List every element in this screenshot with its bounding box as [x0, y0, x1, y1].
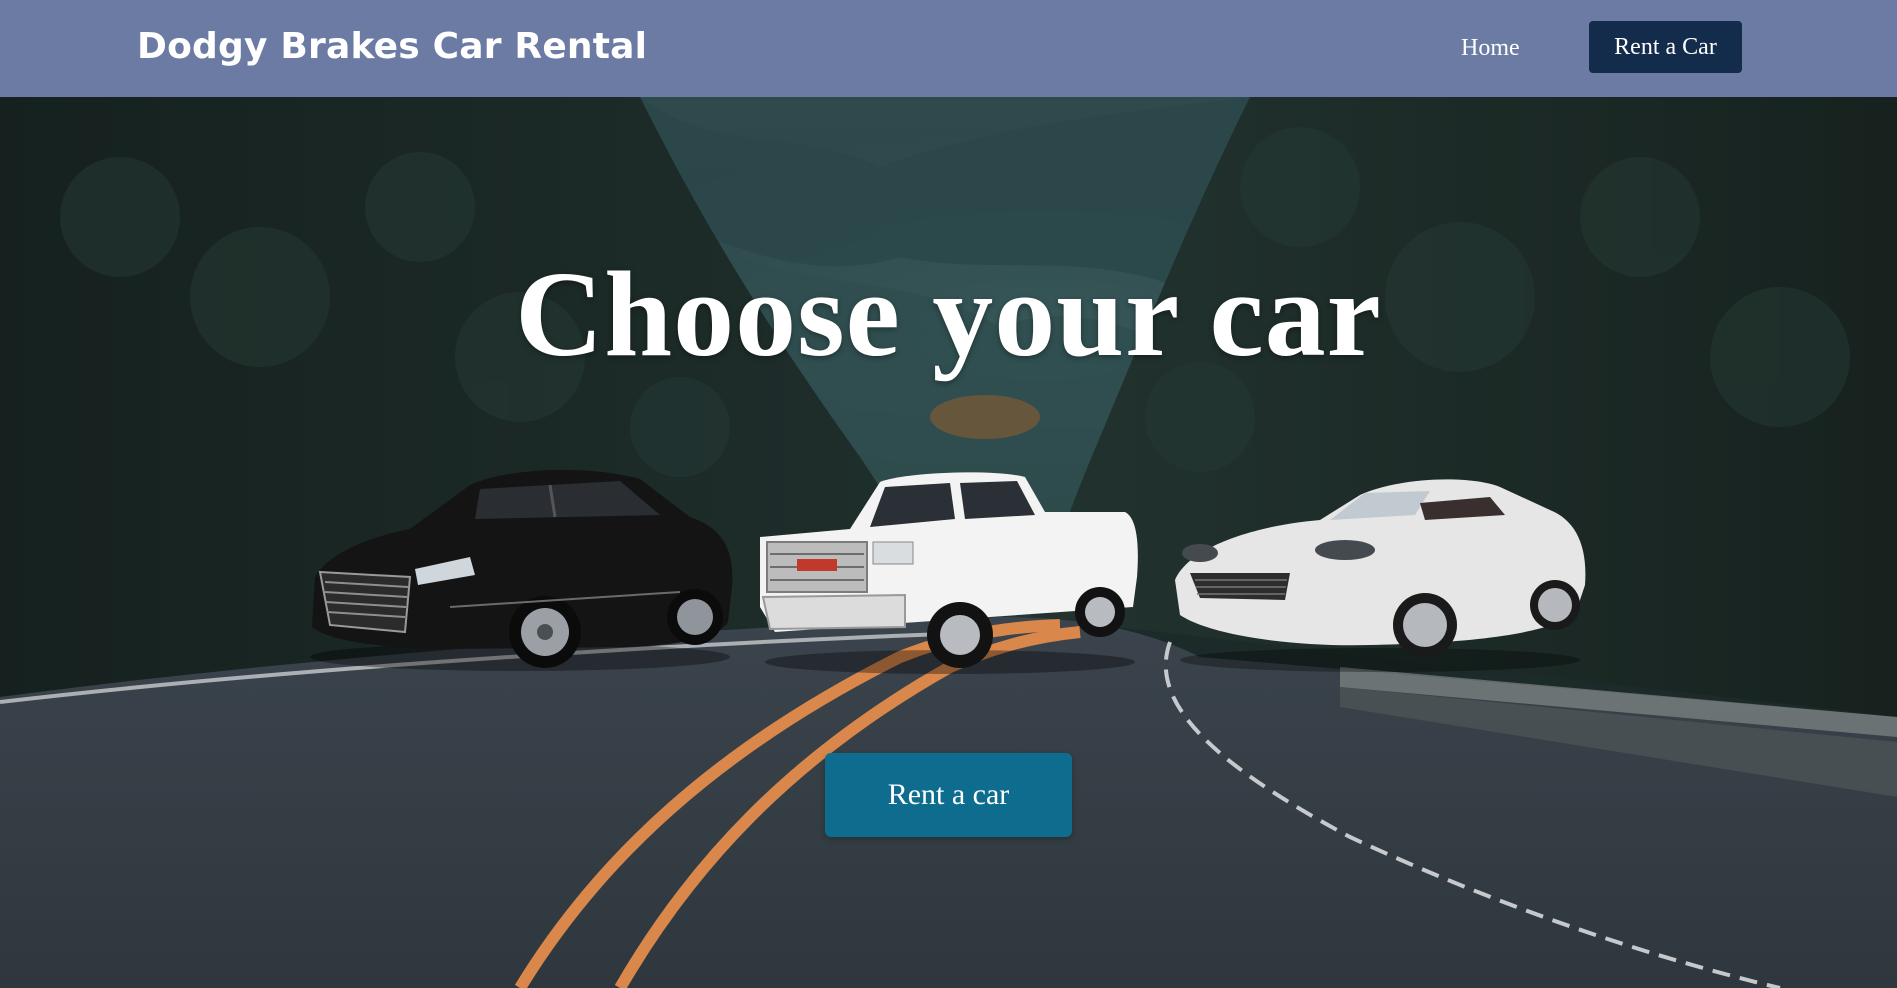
rent-a-car-cta-button[interactable]: Rent a car: [825, 753, 1072, 837]
silver-convertible-image[interactable]: [1170, 465, 1590, 680]
nav-home-link[interactable]: Home: [1461, 30, 1520, 66]
navbar: Dodgy Brakes Car Rental Home Rent a Car: [0, 0, 1897, 97]
black-sedan-image[interactable]: [300, 457, 740, 682]
hero-section: Choose your car Rent a car: [0, 97, 1897, 988]
page: Dodgy Brakes Car Rental Home Rent a Car: [0, 0, 1897, 988]
hero-title: Choose your car: [515, 247, 1382, 382]
brand-logo-link[interactable]: Dodgy Brakes Car Rental: [137, 22, 647, 72]
nav-rent-a-car-button[interactable]: Rent a Car: [1589, 21, 1742, 73]
white-pickup-truck-image[interactable]: [755, 457, 1145, 682]
